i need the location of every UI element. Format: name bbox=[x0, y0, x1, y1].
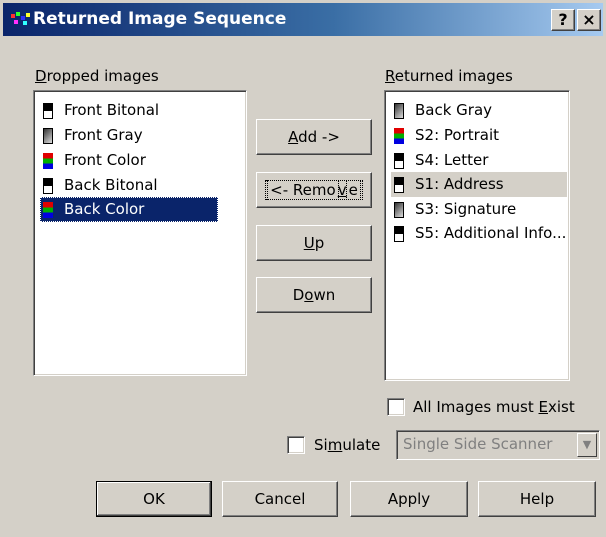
app-icon bbox=[11, 12, 31, 26]
color-icon bbox=[394, 128, 404, 144]
returned-images-list[interactable]: Back Gray S2: Portrait S4: Letter S1: Ad… bbox=[384, 90, 570, 381]
dropdown-arrow-icon[interactable]: ▼ bbox=[577, 433, 597, 457]
grayscale-icon bbox=[394, 202, 404, 218]
returned-images-label: Returned images bbox=[385, 67, 513, 85]
up-button[interactable]: Up bbox=[256, 225, 372, 261]
add-button[interactable]: Add -> bbox=[256, 119, 372, 155]
dropped-images-label: Dropped images bbox=[35, 67, 159, 85]
list-item[interactable]: Front Gray bbox=[40, 123, 147, 148]
help-title-button[interactable]: ? bbox=[551, 9, 575, 31]
remove-button[interactable]: <- Remo v e bbox=[256, 172, 372, 208]
scanner-select-value: Single Side Scanner bbox=[403, 435, 553, 453]
down-button[interactable]: Down bbox=[256, 277, 372, 313]
close-icon: × bbox=[582, 10, 596, 29]
cancel-button[interactable]: Cancel bbox=[222, 481, 338, 517]
list-item[interactable]: S3: Signature bbox=[391, 197, 520, 222]
list-item[interactable]: S2: Portrait bbox=[391, 123, 503, 148]
returned-image-sequence-dialog: Returned Image Sequence ? × Dropped imag… bbox=[0, 0, 606, 537]
list-item[interactable]: Back Bitonal bbox=[40, 173, 162, 198]
window-title: Returned Image Sequence bbox=[33, 9, 287, 29]
simulate-label[interactable]: Simulate bbox=[314, 436, 380, 454]
question-icon: ? bbox=[558, 10, 568, 29]
list-item[interactable]: Front Bitonal bbox=[40, 98, 163, 123]
bitonal-icon bbox=[394, 153, 404, 169]
apply-button[interactable]: Apply bbox=[350, 481, 468, 517]
list-item-selected[interactable]: S1: Address bbox=[391, 172, 567, 197]
ok-button[interactable]: OK bbox=[96, 481, 212, 517]
all-images-must-exist-label[interactable]: All Images must Exist bbox=[413, 398, 575, 416]
scanner-select[interactable]: Single Side Scanner ▼ bbox=[396, 430, 600, 460]
close-title-button[interactable]: × bbox=[577, 9, 601, 31]
bitonal-icon bbox=[43, 178, 53, 194]
bitonal-icon bbox=[43, 103, 53, 119]
list-item[interactable]: Front Color bbox=[40, 148, 150, 173]
title-bar[interactable]: Returned Image Sequence ? × bbox=[3, 3, 603, 36]
help-button[interactable]: Help bbox=[478, 481, 596, 517]
color-icon bbox=[43, 202, 53, 218]
color-icon bbox=[43, 153, 53, 169]
bitonal-icon bbox=[394, 226, 404, 242]
list-item-selected[interactable]: Back Color bbox=[40, 197, 218, 222]
grayscale-icon bbox=[43, 128, 53, 144]
bitonal-icon bbox=[394, 177, 404, 193]
list-item[interactable]: S4: Letter bbox=[391, 148, 492, 173]
grayscale-icon bbox=[394, 103, 404, 119]
dropped-images-list[interactable]: Front Bitonal Front Gray Front Color Bac… bbox=[33, 90, 247, 376]
all-images-must-exist-checkbox[interactable] bbox=[387, 398, 405, 416]
simulate-checkbox[interactable] bbox=[287, 436, 305, 454]
list-item[interactable]: S5: Additional Info... bbox=[391, 221, 570, 246]
list-item[interactable]: Back Gray bbox=[391, 98, 496, 123]
